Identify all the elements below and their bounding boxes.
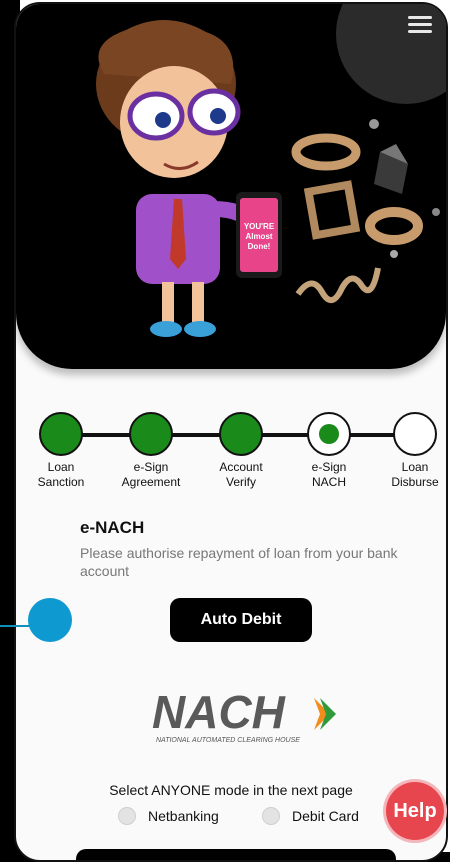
option-label: Netbanking — [148, 808, 219, 824]
option-label: Debit Card — [292, 808, 359, 824]
pointer-dot — [28, 598, 72, 642]
section-description: Please authorise repayment of loan from … — [80, 545, 398, 579]
step-label: e-Sign NACH — [311, 460, 347, 489]
step-loan-sanction: Loan Sanction — [18, 406, 104, 490]
step-loan-disburse: Loan Disburse — [372, 406, 446, 490]
step-complete-icon — [219, 412, 263, 456]
step-complete-icon — [129, 412, 173, 456]
hero-banner: YOU'RE Almost Done! — [16, 4, 446, 369]
progress-stepper: Loan Sanction e-Sign Agreement Account V… — [16, 406, 446, 496]
step-esign-agreement: e-Sign Agreement — [108, 406, 194, 490]
section-title: e-NACH — [80, 518, 145, 537]
radio-icon[interactable] — [262, 807, 280, 825]
nach-logo: NACH NATIONAL AUTOMATED CLEARING HOUSE — [152, 686, 336, 744]
step-esign-nach: e-Sign NACH — [286, 406, 372, 490]
nach-logo-text: NACH — [152, 686, 286, 738]
help-button[interactable]: Help — [386, 782, 444, 840]
step-label: e-Sign Agreement — [121, 460, 181, 489]
step-label: Account Verify — [219, 460, 263, 489]
step-account-verify: Account Verify — [198, 406, 284, 490]
mode-prompt: Select ANYONE mode in the next page — [109, 782, 353, 798]
step-current-icon — [307, 412, 351, 456]
step-pending-icon — [393, 412, 437, 456]
bottom-action-bar[interactable] — [76, 849, 396, 860]
radio-icon[interactable] — [118, 807, 136, 825]
nach-logo-subtext: NATIONAL AUTOMATED CLEARING HOUSE — [156, 737, 300, 744]
netbanking-option[interactable]: Netbanking — [118, 807, 219, 825]
hero-illustration — [96, 19, 440, 337]
debit-card-option[interactable]: Debit Card — [262, 807, 359, 825]
hero-card-text: YOU'RE Almost Done! — [243, 222, 275, 251]
step-label: Loan Sanction — [37, 460, 85, 489]
step-complete-icon — [39, 412, 83, 456]
auto-debit-button[interactable]: Auto Debit — [170, 598, 312, 642]
phone-frame: YOU'RE Almost Done! Loan Sanction e-Sign… — [14, 2, 448, 862]
step-label: Loan Disburse — [391, 460, 439, 489]
